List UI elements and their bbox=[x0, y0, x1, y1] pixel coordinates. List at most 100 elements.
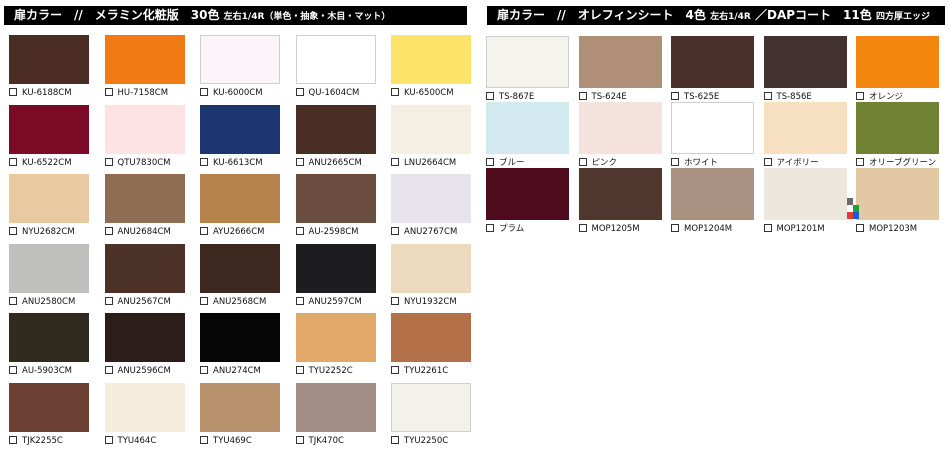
right-swatch-code: MOP1204M bbox=[684, 224, 733, 234]
checkbox-square-icon bbox=[9, 157, 17, 166]
left-swatch bbox=[200, 35, 280, 84]
left-section-header: 扉カラー // メラミン化粧版 30色 左右1/4R（単色・抽象・木目・マット） bbox=[4, 6, 467, 25]
right-swatch-code: ホワイト bbox=[684, 158, 719, 168]
left-swatch-caption: TYU464C bbox=[104, 436, 156, 446]
right-swatch bbox=[578, 36, 662, 88]
left-swatch-caption: NYU1932CM bbox=[391, 296, 457, 307]
right-swatch bbox=[671, 36, 754, 88]
checkbox-square-icon bbox=[104, 227, 113, 236]
right-swatch-caption: MOP1201M bbox=[763, 224, 825, 234]
left-swatch bbox=[295, 313, 376, 363]
left-swatch bbox=[295, 35, 376, 84]
left-swatch bbox=[200, 104, 280, 154]
right-swatch-code: MOP1205M bbox=[591, 224, 640, 234]
left-swatch bbox=[104, 104, 185, 154]
right-swatch bbox=[856, 168, 939, 220]
left-swatch-caption: NYU2682CM bbox=[9, 227, 75, 237]
left-swatch-caption: KU-6522CM bbox=[9, 157, 72, 168]
left-swatch-caption: ANU2684CM bbox=[104, 227, 171, 237]
checkbox-square-icon bbox=[200, 436, 208, 444]
right-swatch-caption: プラム bbox=[486, 224, 524, 234]
checkbox-square-icon bbox=[295, 157, 304, 166]
left-swatch-caption: TYU2250C bbox=[391, 436, 448, 446]
left-swatch-code: QU-1604CM bbox=[308, 88, 360, 98]
left-swatch-code: KU-6188CM bbox=[22, 88, 72, 98]
left-swatch-code: TYU2252C bbox=[308, 366, 353, 377]
checkbox-square-icon bbox=[391, 436, 399, 444]
left-swatch bbox=[9, 174, 89, 224]
checkbox-square-icon bbox=[578, 158, 587, 166]
checkbox-square-icon bbox=[391, 227, 399, 236]
left-swatch bbox=[9, 383, 89, 432]
right-swatch bbox=[763, 102, 847, 154]
left-swatch-code: ANU2580CM bbox=[22, 296, 76, 307]
right-swatch-caption: TS-856E bbox=[763, 92, 812, 102]
left-swatch bbox=[391, 313, 471, 363]
left-swatch-caption: HU-7158CM bbox=[104, 88, 168, 98]
left-swatch bbox=[9, 35, 89, 84]
right-swatch bbox=[856, 102, 939, 154]
left-swatch bbox=[200, 383, 280, 432]
left-swatch-code: ANU2597CM bbox=[308, 296, 362, 307]
left-swatch-caption: AU-2598CM bbox=[295, 227, 359, 237]
left-swatch-caption: TJK470C bbox=[295, 436, 344, 446]
left-header-title: 扉カラー // メラミン化粧版 30色 bbox=[14, 8, 220, 22]
right-swatch-code: オレンジ bbox=[869, 92, 904, 102]
right-swatch-code: TS-867E bbox=[499, 92, 535, 102]
left-swatch-code: ANU274CM bbox=[213, 366, 261, 377]
checkbox-square-icon bbox=[295, 436, 304, 444]
checkbox-square-icon bbox=[200, 227, 208, 236]
left-swatch-caption: KU-6000CM bbox=[200, 88, 263, 98]
right-swatch bbox=[763, 168, 847, 220]
right-swatch-code: MOP1203M bbox=[869, 224, 918, 234]
left-swatch-code: TJK470C bbox=[308, 436, 344, 446]
left-swatch-caption: LNU2664CM bbox=[391, 157, 456, 168]
right-header-subtitle2: 四方厚エッジ bbox=[875, 12, 930, 22]
right-swatch-code: TS-624E bbox=[591, 92, 627, 102]
left-swatch-caption: ANU2767CM bbox=[391, 227, 457, 237]
left-swatch bbox=[391, 383, 471, 432]
right-header-subtitle1: 左右1/4R bbox=[710, 12, 751, 22]
left-swatch-caption: AU-5903CM bbox=[9, 366, 72, 376]
right-swatch bbox=[671, 102, 754, 154]
checkbox-square-icon bbox=[200, 366, 208, 375]
left-swatch-caption: ANU2665CM bbox=[295, 157, 362, 168]
checkbox-square-icon bbox=[295, 296, 304, 305]
checkbox-square-icon bbox=[763, 158, 772, 166]
left-swatch-code: ANU2567CM bbox=[117, 296, 171, 307]
left-swatch-code: KU-6613CM bbox=[213, 157, 263, 168]
checkbox-square-icon bbox=[763, 224, 772, 232]
left-swatch-code: AU-5903CM bbox=[22, 366, 73, 377]
left-swatch-code: QTU7830CM bbox=[117, 157, 171, 168]
checkbox-square-icon bbox=[391, 366, 399, 375]
checkbox-square-icon bbox=[486, 158, 494, 166]
left-swatch bbox=[104, 383, 185, 432]
left-swatch-code: NYU2682CM bbox=[22, 227, 75, 238]
right-swatch-caption: TS-624E bbox=[578, 92, 627, 102]
right-swatch-caption: MOP1204M bbox=[671, 224, 732, 234]
checkbox-square-icon bbox=[671, 92, 679, 100]
left-swatch-caption: AYU2666CM bbox=[200, 227, 264, 237]
checkbox-square-icon bbox=[200, 296, 208, 305]
checkbox-square-icon bbox=[295, 88, 304, 96]
left-swatch bbox=[391, 243, 471, 293]
checkbox-square-icon bbox=[763, 92, 772, 100]
right-header-title: 扉カラー // オレフィンシート 4色 bbox=[497, 8, 706, 22]
checkbox-square-icon bbox=[104, 436, 113, 444]
checkbox-square-icon bbox=[104, 157, 113, 166]
checkbox-square-icon bbox=[295, 366, 304, 375]
checkbox-square-icon bbox=[200, 157, 208, 166]
left-swatch bbox=[9, 313, 89, 363]
left-swatch-caption: TJK2255C bbox=[9, 436, 63, 446]
checkbox-square-icon bbox=[671, 224, 679, 232]
checkbox-square-icon bbox=[856, 158, 864, 166]
checkbox-square-icon bbox=[295, 227, 304, 236]
left-swatch-caption: KU-6613CM bbox=[200, 157, 263, 168]
left-swatch-caption: ANU2568CM bbox=[200, 296, 266, 307]
right-swatch bbox=[486, 36, 569, 88]
left-swatch-code: TYU2261C bbox=[404, 366, 449, 377]
left-swatch bbox=[9, 243, 89, 293]
checkbox-square-icon bbox=[578, 224, 587, 232]
left-swatch-caption: ANU2580CM bbox=[9, 296, 76, 307]
checkbox-square-icon bbox=[104, 296, 113, 305]
